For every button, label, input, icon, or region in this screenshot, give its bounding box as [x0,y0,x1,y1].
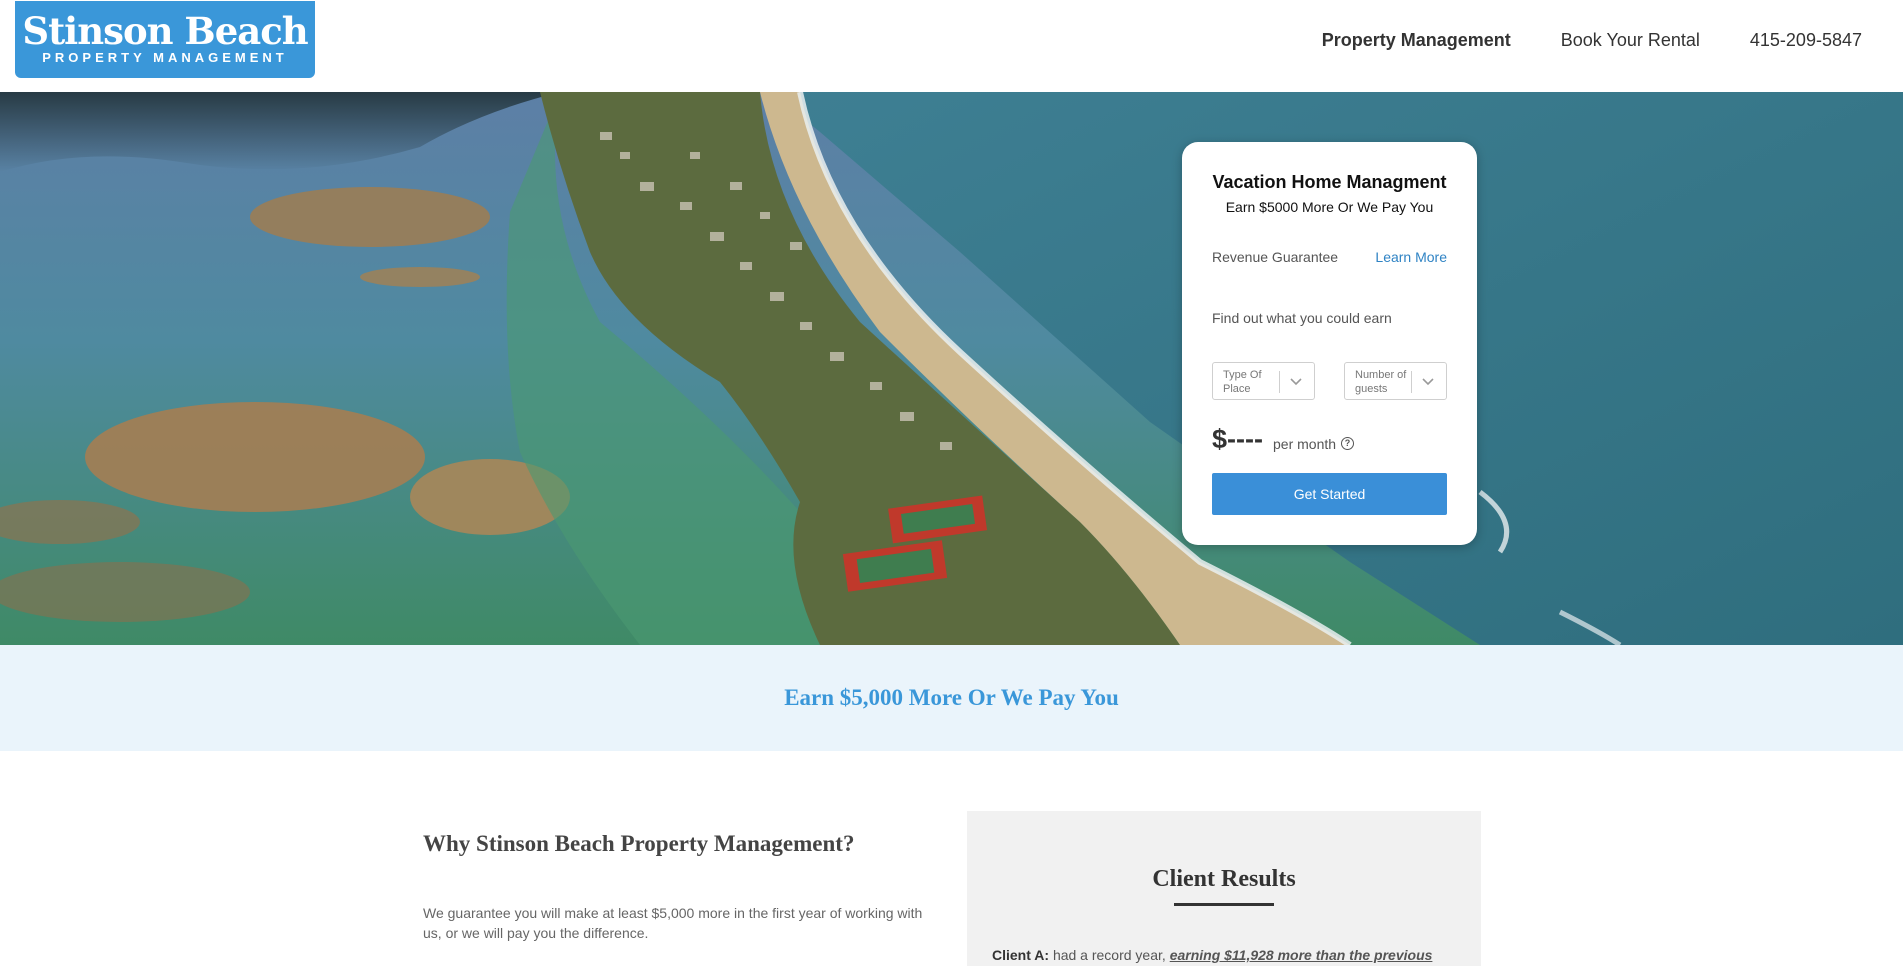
per-month-label: per month [1273,436,1337,452]
logo-subtitle: PROPERTY MANAGEMENT [42,50,288,65]
number-of-guests-select[interactable]: Number of guests [1344,362,1447,400]
client-a-label: Client A: [992,947,1050,963]
banner-headline: Earn $5,000 More Or We Pay You [784,685,1119,710]
nav-phone-number[interactable]: 415-209-5847 [1750,30,1862,51]
card-title: Vacation Home Managment [1212,172,1447,192]
title-underline [1174,903,1274,906]
client-a-text: had a record year, [1052,947,1166,963]
client-results-title: Client Results [1152,866,1296,892]
nav-book-your-rental[interactable]: Book Your Rental [1561,30,1700,51]
find-out-earnings-label: Find out what you could earn [1212,310,1392,326]
main-nav: Property Management Book Your Rental 415… [1322,30,1862,51]
chevron-down-icon [1287,372,1305,395]
type-of-place-select[interactable]: Type Of Place [1212,362,1315,400]
learn-more-link[interactable]: Learn More [1375,249,1447,265]
why-section-title: Why Stinson Beach Property Management? [423,831,855,856]
site-logo[interactable]: Stinson Beach PROPERTY MANAGEMENT [15,1,315,78]
client-results-panel: Client Results Client A: had a record ye… [967,811,1481,966]
number-of-guests-placeholder: Number of guests [1355,369,1407,395]
get-started-button[interactable]: Get Started [1212,473,1447,515]
hero-aerial-image [0,92,1903,645]
chevron-down-icon [1419,372,1437,395]
type-of-place-placeholder: Type Of Place [1223,369,1262,395]
nav-property-management[interactable]: Property Management [1322,30,1511,51]
select-divider [1279,371,1280,393]
vacation-management-card: Vacation Home Managment Earn $5000 More … [1182,142,1477,545]
client-a-result: Client A: had a record year, earning $11… [992,947,1462,963]
client-a-highlight: earning $11,928 more than the previous [1169,947,1433,963]
logo-title: Stinson Beach [22,9,308,53]
why-section-body: We guarantee you will make at least $5,0… [423,905,923,941]
select-divider [1411,371,1412,393]
site-header: Stinson Beach PROPERTY MANAGEMENT Proper… [0,0,1903,92]
revenue-guarantee-label: Revenue Guarantee [1212,249,1339,265]
estimated-price: $---- [1212,424,1263,454]
help-icon[interactable]: ? [1341,437,1354,450]
guarantee-banner: Earn $5,000 More Or We Pay You [0,645,1903,751]
card-subtitle: Earn $5000 More Or We Pay You [1225,199,1434,215]
